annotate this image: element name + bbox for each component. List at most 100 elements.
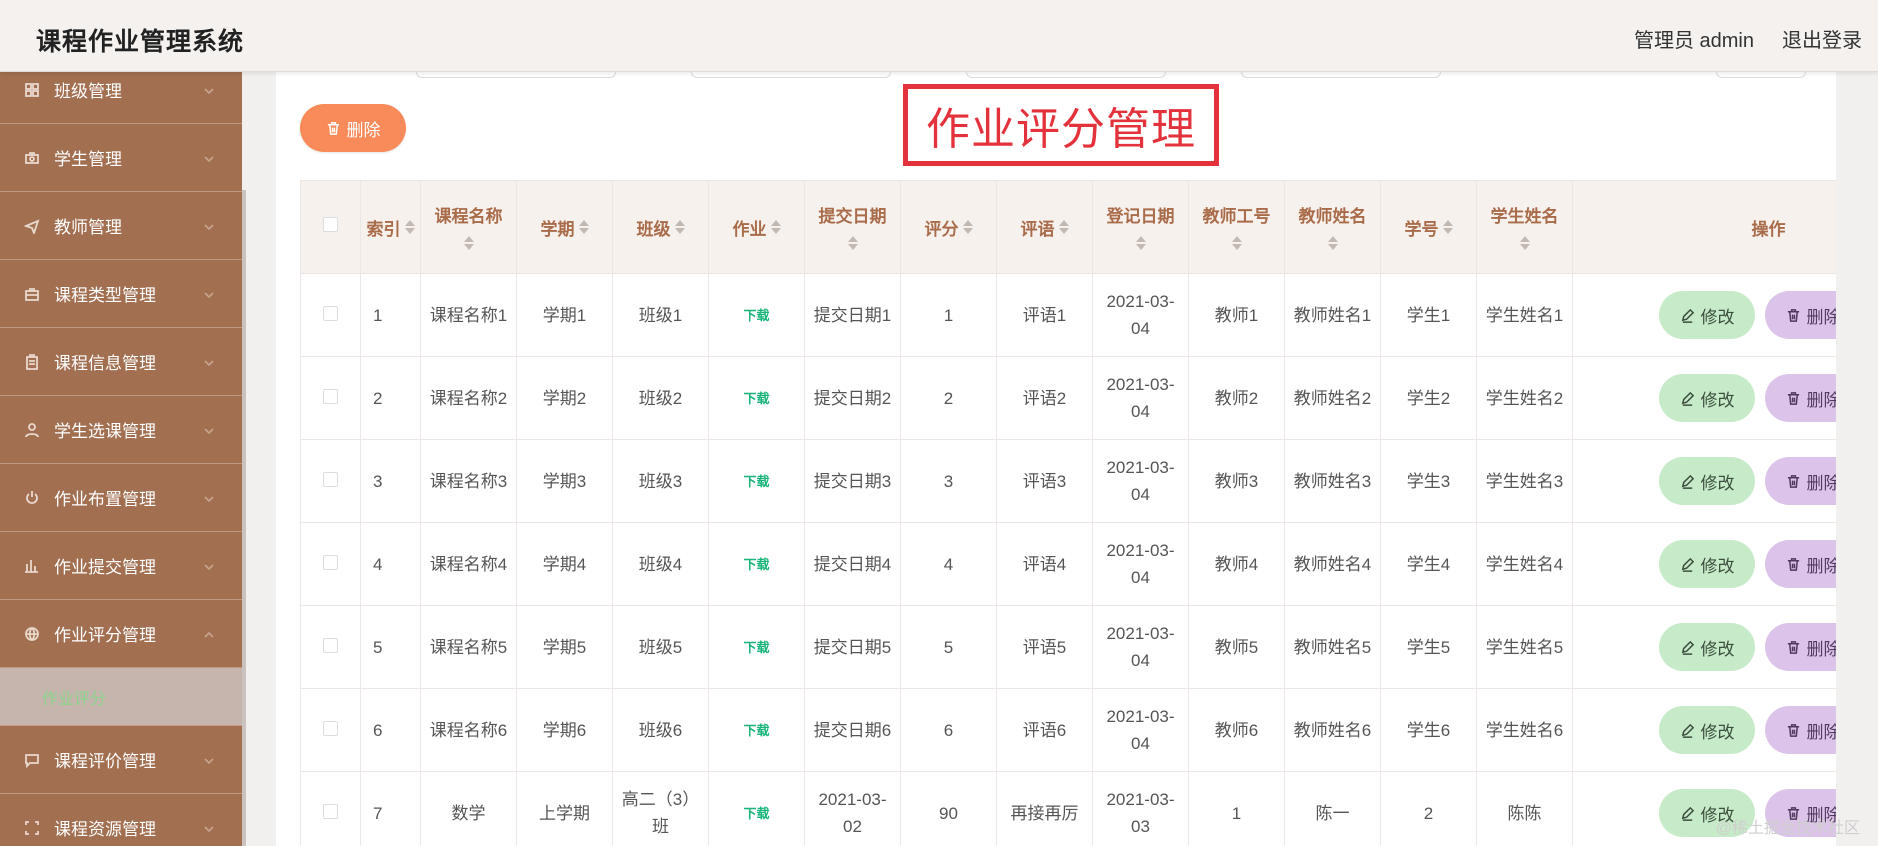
column-header-7[interactable]: 评语: [996, 180, 1093, 274]
row-checkbox-cell: [300, 273, 361, 357]
edit-icon: [1681, 557, 1694, 572]
sort-icon[interactable]: [1058, 220, 1069, 234]
delete-button[interactable]: 删除: [1765, 706, 1836, 754]
sidebar-scrollbar[interactable]: [242, 190, 246, 846]
edit-button[interactable]: 修改: [1659, 540, 1755, 588]
cell-class: 班级5: [612, 605, 709, 689]
sidebar-item-label: 教师管理: [54, 218, 122, 237]
sort-icon[interactable]: [674, 220, 685, 234]
sort-icon[interactable]: [1442, 220, 1453, 234]
sidebar-item-4[interactable]: 课程信息管理: [0, 328, 242, 396]
edit-button[interactable]: 修改: [1659, 457, 1755, 505]
cell-student-no: 学生1: [1380, 273, 1477, 357]
sort-icon[interactable]: [962, 220, 973, 234]
row-checkbox[interactable]: [323, 471, 338, 487]
download-link[interactable]: 下载: [743, 391, 769, 406]
sort-icon[interactable]: [770, 220, 781, 234]
delete-label: 删除: [1806, 473, 1837, 493]
column-header-10[interactable]: 教师姓名: [1284, 180, 1381, 274]
sort-icon[interactable]: [1519, 236, 1530, 251]
sidebar-item-label: 课程评价管理: [54, 752, 156, 771]
column-header-9[interactable]: 教师工号: [1188, 180, 1285, 274]
sidebar-item-1[interactable]: 学生管理: [0, 124, 242, 192]
cell-teacher-no: 教师6: [1188, 688, 1285, 772]
edit-button[interactable]: 修改: [1659, 623, 1755, 671]
cell-student-name: 学生姓名2: [1476, 356, 1573, 440]
delete-button[interactable]: 删除: [1765, 457, 1836, 505]
cell-student-no: 学生6: [1380, 688, 1477, 772]
row-checkbox[interactable]: [323, 720, 338, 736]
delete-button[interactable]: 删除: [1765, 374, 1836, 422]
sort-icon[interactable]: [578, 220, 589, 234]
edit-button[interactable]: 修改: [1659, 291, 1755, 339]
sort-icon[interactable]: [847, 236, 858, 251]
row-checkbox[interactable]: [323, 554, 338, 570]
sort-icon[interactable]: [1231, 236, 1242, 251]
sidebar-item-10[interactable]: 课程资源管理: [0, 794, 242, 846]
column-header-5[interactable]: 提交日期: [804, 180, 901, 274]
column-header-11[interactable]: 学号: [1380, 180, 1477, 274]
delete-button[interactable]: 删除: [1765, 540, 1836, 588]
download-link[interactable]: 下载: [743, 474, 769, 489]
cell-teacher-name: 教师姓名4: [1284, 522, 1381, 606]
sort-icon[interactable]: [463, 236, 474, 251]
table-row: 4 课程名称4 学期4 班级4 下载 提交日期4 4 评语4 2021-03-04 教师4 教师姓名…: [300, 522, 1836, 606]
edit-button[interactable]: 修改: [1659, 706, 1755, 754]
edit-button[interactable]: 修改: [1659, 374, 1755, 422]
edit-icon: [1681, 640, 1694, 655]
sidebar-item-2[interactable]: 教师管理: [0, 192, 242, 260]
chevron-down-icon: [202, 219, 216, 233]
delete-button[interactable]: 删除: [1765, 623, 1836, 671]
cell-comment: 评语5: [996, 605, 1093, 689]
cell-student-no: 学生4: [1380, 522, 1477, 606]
row-checkbox[interactable]: [323, 388, 338, 404]
sort-icon[interactable]: [1135, 236, 1146, 251]
row-checkbox[interactable]: [323, 803, 338, 819]
cell-term: 学期1: [516, 273, 613, 357]
column-header-8[interactable]: 登记日期: [1092, 180, 1189, 274]
sort-icon[interactable]: [404, 220, 415, 234]
download-link[interactable]: 下载: [743, 723, 769, 738]
delete-button[interactable]: 删除: [1765, 291, 1836, 339]
column-header-3[interactable]: 班级: [612, 180, 709, 274]
sidebar-item-3[interactable]: 课程类型管理: [0, 260, 242, 328]
cell-reg-date: 2021-03-04: [1092, 356, 1189, 440]
sidebar-item-7[interactable]: 作业提交管理: [0, 532, 242, 600]
row-checkbox[interactable]: [323, 305, 338, 321]
cell-comment: 评语6: [996, 688, 1093, 772]
column-header-label: 学期: [540, 219, 575, 239]
download-link[interactable]: 下载: [743, 640, 769, 655]
sidebar-item-label: 学生选课管理: [54, 422, 156, 441]
column-header-0[interactable]: 索引: [360, 180, 421, 274]
sidebar-item-9[interactable]: 课程评价管理: [0, 726, 242, 794]
chevron-down-icon: [202, 355, 216, 369]
cell-reg-date: 2021-03-04: [1092, 439, 1189, 523]
logout-link[interactable]: 退出登录: [1782, 24, 1862, 53]
cell-homework: 下载: [708, 522, 805, 606]
delete-label: 删除: [1806, 307, 1837, 327]
sidebar-item-6[interactable]: 作业布置管理: [0, 464, 242, 532]
submenu-item-active[interactable]: 作业评分: [0, 668, 242, 726]
column-header-12[interactable]: 学生姓名: [1476, 180, 1573, 274]
sidebar-item-0[interactable]: 班级管理: [0, 72, 242, 124]
cell-class: 高二（3）班: [612, 771, 709, 846]
column-header-4[interactable]: 作业: [708, 180, 805, 274]
user-label[interactable]: 管理员 admin: [1634, 24, 1754, 53]
column-header-label: 教师姓名: [1298, 206, 1367, 226]
download-link[interactable]: 下载: [743, 557, 769, 572]
column-header-1[interactable]: 课程名称: [420, 180, 517, 274]
delete-label: 删除: [1806, 639, 1837, 659]
select-all-checkbox[interactable]: [323, 217, 338, 232]
column-header-6[interactable]: 评分: [900, 180, 997, 274]
cell-class: 班级4: [612, 522, 709, 606]
sort-icon[interactable]: [1327, 236, 1338, 251]
download-link[interactable]: 下载: [743, 308, 769, 323]
cell-index: 1: [360, 273, 421, 357]
row-checkbox[interactable]: [323, 637, 338, 653]
sidebar-item-5[interactable]: 学生选课管理: [0, 396, 242, 464]
column-header-label: 作业: [732, 219, 767, 239]
column-header-2[interactable]: 学期: [516, 180, 613, 274]
download-link[interactable]: 下载: [743, 806, 769, 821]
sidebar-item-8[interactable]: 作业评分管理: [0, 600, 242, 668]
batch-delete-button[interactable]: 删除: [300, 104, 406, 152]
